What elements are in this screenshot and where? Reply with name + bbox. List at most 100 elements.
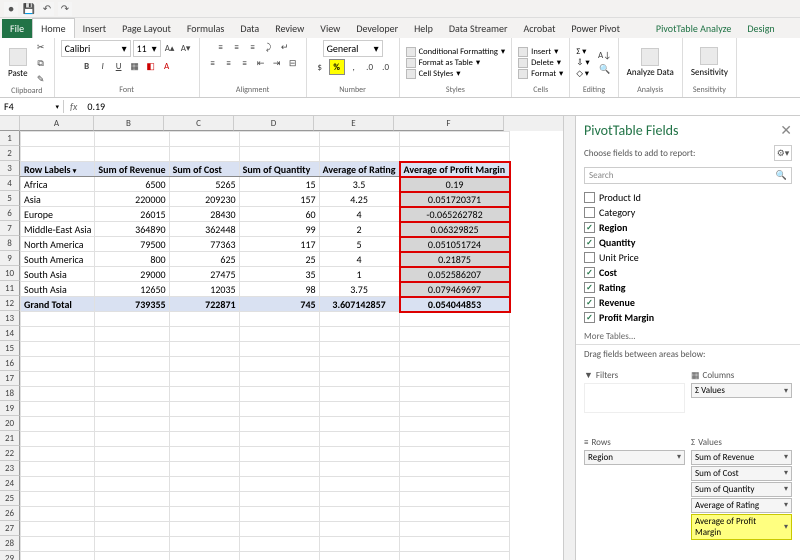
cell[interactable]: Average of Profit Margin [400, 162, 510, 177]
cell[interactable]: North America [21, 237, 95, 252]
increase-indent-icon[interactable]: ⇥ [270, 56, 284, 70]
checkbox-icon[interactable] [584, 222, 595, 233]
field-region[interactable]: Region [584, 220, 792, 235]
cell[interactable] [400, 132, 510, 147]
cell[interactable] [21, 312, 95, 327]
cell[interactable] [95, 312, 169, 327]
cell[interactable] [319, 327, 399, 342]
cell[interactable]: 800 [95, 252, 169, 267]
row-header[interactable]: 11 [0, 281, 20, 296]
cell[interactable] [319, 537, 399, 552]
cell[interactable] [319, 492, 399, 507]
field-profit-margin[interactable]: Profit Margin [584, 310, 792, 325]
cell[interactable] [400, 492, 510, 507]
cell[interactable] [319, 387, 399, 402]
row-header[interactable]: 10 [0, 266, 20, 281]
cell[interactable] [319, 402, 399, 417]
checkbox-icon[interactable] [584, 267, 595, 278]
cell[interactable]: 745 [239, 297, 319, 312]
cut-icon[interactable]: ✂ [34, 40, 48, 54]
col-header[interactable]: D [234, 116, 314, 131]
cell[interactable]: 0.06329825 [400, 222, 510, 237]
cell[interactable] [21, 522, 95, 537]
cell[interactable] [95, 132, 169, 147]
cell[interactable] [319, 132, 399, 147]
cell[interactable]: 3.5 [319, 177, 399, 192]
increase-font-icon[interactable]: A▴ [163, 42, 177, 56]
cell[interactable] [239, 447, 319, 462]
row-header[interactable]: 28 [0, 536, 20, 551]
cell[interactable]: Sum of Quantity [239, 162, 319, 177]
row-header[interactable]: 1 [0, 131, 20, 146]
font-size-combo[interactable]: 11▾ [133, 40, 161, 57]
cell[interactable] [400, 372, 510, 387]
merge-center-icon[interactable]: ⊟ [286, 56, 300, 70]
cell[interactable] [400, 417, 510, 432]
cell[interactable] [95, 357, 169, 372]
cell[interactable]: 3.607142857 [319, 297, 399, 312]
cell[interactable]: 98 [239, 282, 319, 297]
cell[interactable] [319, 447, 399, 462]
fill-color-button[interactable]: ◧ [144, 59, 158, 73]
cell[interactable] [169, 312, 239, 327]
tab-file[interactable]: File [2, 19, 32, 38]
cell[interactable]: 739355 [95, 297, 169, 312]
delete-cells-button[interactable]: Delete ▾ [518, 58, 563, 68]
row-header[interactable]: 3 [0, 161, 20, 176]
cell[interactable]: 0.054044853 [400, 297, 510, 312]
cell[interactable] [169, 552, 239, 560]
vertical-scrollbar[interactable] [563, 116, 575, 560]
cell[interactable] [239, 312, 319, 327]
cell[interactable] [319, 147, 399, 162]
cell[interactable] [169, 417, 239, 432]
select-all-corner[interactable] [0, 116, 20, 131]
cell[interactable]: 0.19 [400, 177, 510, 192]
field-rating[interactable]: Rating [584, 280, 792, 295]
copy-icon[interactable]: ⧉ [34, 56, 48, 70]
cell[interactable] [21, 372, 95, 387]
cell[interactable] [319, 522, 399, 537]
cell[interactable] [95, 462, 169, 477]
cell[interactable]: 6500 [95, 177, 169, 192]
row-header[interactable]: 2 [0, 146, 20, 161]
area-filters-drop[interactable] [584, 383, 685, 413]
cell[interactable] [21, 417, 95, 432]
tab-data[interactable]: Data [232, 19, 267, 38]
name-box[interactable]: F4▾ [0, 100, 64, 113]
cell[interactable]: 4 [319, 252, 399, 267]
row-header[interactable]: 16 [0, 356, 20, 371]
col-header[interactable]: F [394, 116, 504, 131]
italic-button[interactable]: I [96, 59, 110, 73]
cell[interactable] [319, 432, 399, 447]
fx-icon[interactable]: fx [64, 100, 83, 113]
cell[interactable] [21, 537, 95, 552]
checkbox-icon[interactable] [584, 282, 595, 293]
cell[interactable] [400, 342, 510, 357]
cell[interactable] [21, 492, 95, 507]
cell[interactable]: 0.079469697 [400, 282, 510, 297]
cell[interactable]: 25 [239, 252, 319, 267]
cell[interactable] [21, 342, 95, 357]
field-quantity[interactable]: Quantity [584, 235, 792, 250]
cell[interactable] [239, 462, 319, 477]
checkbox-icon[interactable] [584, 237, 595, 248]
cell[interactable] [21, 402, 95, 417]
cell[interactable] [169, 462, 239, 477]
row-header[interactable]: 20 [0, 416, 20, 431]
format-as-table-button[interactable]: Format as Table ▾ [406, 58, 506, 68]
increase-decimal-icon[interactable]: .0 [363, 60, 377, 74]
cell[interactable]: 625 [169, 252, 239, 267]
tab-help[interactable]: Help [406, 19, 441, 38]
cell[interactable] [400, 312, 510, 327]
cell[interactable] [239, 552, 319, 560]
row-header[interactable]: 21 [0, 431, 20, 446]
tab-home[interactable]: Home [32, 18, 74, 38]
cell[interactable] [95, 447, 169, 462]
fields-layout-gear-icon[interactable]: ⚙▾ [774, 145, 792, 161]
cell[interactable] [239, 417, 319, 432]
cell[interactable] [21, 357, 95, 372]
tab-developer[interactable]: Developer [348, 19, 406, 38]
cell[interactable] [239, 327, 319, 342]
cell[interactable] [95, 372, 169, 387]
checkbox-icon[interactable] [584, 297, 595, 308]
